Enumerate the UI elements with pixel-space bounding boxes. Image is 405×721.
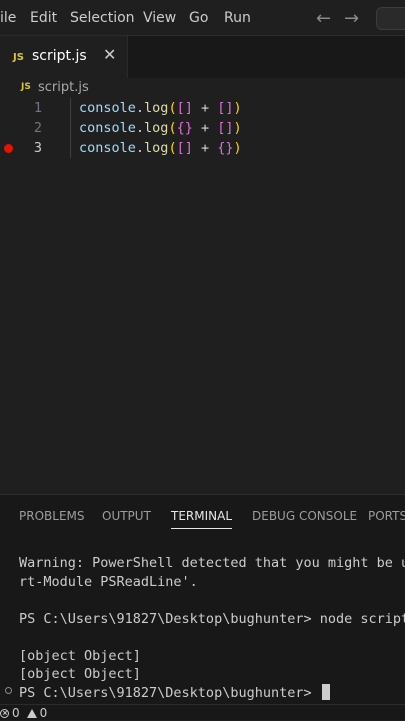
code-token-right-operand: [] <box>217 120 234 136</box>
line-number: 3 <box>33 140 42 156</box>
code-token-paren: ( <box>168 120 177 136</box>
menu-view[interactable]: View <box>143 10 176 26</box>
menu-edit[interactable]: Edit <box>30 10 57 26</box>
tab-terminal[interactable]: TERMINAL <box>171 509 233 529</box>
code-token-dot: . <box>135 100 145 116</box>
code-token-object: console <box>79 120 136 136</box>
terminal-prompt-text: PS C:\Users\91827\Desktop\bughunter> <box>19 685 320 701</box>
javascript-file-icon: JS <box>21 82 31 92</box>
code-line[interactable]: 1 console.log([] + []) <box>0 98 405 118</box>
code-text[interactable]: console.log({} + []) <box>79 118 242 138</box>
tab-script-js[interactable]: JS script.js ✕ <box>0 36 128 78</box>
javascript-file-icon: JS <box>13 52 24 63</box>
back-arrow-icon[interactable]: ← <box>316 8 331 29</box>
menu-go[interactable]: Go <box>189 10 208 26</box>
status-bar: 0 0 <box>0 704 405 720</box>
code-token-paren: ( <box>168 140 177 156</box>
code-token-object: console <box>79 140 136 156</box>
terminal-line: [object Object] <box>19 666 141 682</box>
terminal-line: [object Object] <box>19 648 141 664</box>
code-token-right-operand: [] <box>217 100 234 116</box>
tab-label: script.js <box>32 48 87 64</box>
code-text[interactable]: console.log([] + {}) <box>79 138 242 158</box>
code-editor[interactable]: 1 console.log([] + []) 2 console.log({} … <box>0 98 405 494</box>
tab-problems[interactable]: PROBLEMS <box>19 509 85 523</box>
tab-output[interactable]: OUTPUT <box>102 509 151 523</box>
code-line-active[interactable]: 3 console.log([] + {}) <box>0 138 405 158</box>
error-count: 0 <box>12 706 20 720</box>
code-token-dot: . <box>135 140 145 156</box>
command-decoration-icon[interactable] <box>5 687 12 694</box>
code-token-operator: + <box>192 120 218 136</box>
code-token-method: log <box>144 140 169 156</box>
code-token-paren: ( <box>168 100 177 116</box>
editor-tab-bar: JS script.js ✕ <box>0 36 405 78</box>
warning-count: 0 <box>39 706 48 720</box>
menu-run[interactable]: Run <box>224 10 251 26</box>
tab-ports[interactable]: PORTS <box>368 509 405 523</box>
menu-file[interactable]: ile <box>0 10 16 26</box>
warning-icon <box>26 708 37 718</box>
breadcrumb: JS script.js <box>0 78 405 98</box>
menu-bar: ile Edit Selection View Go Run ← → <box>0 0 405 36</box>
indent-guide <box>70 98 71 118</box>
tab-debug-console[interactable]: DEBUG CONSOLE <box>252 509 357 523</box>
code-token-method: log <box>144 120 169 136</box>
terminal-cursor <box>321 684 330 700</box>
code-token-left-operand: {} <box>176 120 193 136</box>
line-number: 1 <box>33 100 42 116</box>
code-token-operator: + <box>192 100 218 116</box>
terminal-line: rt-Module PSReadLine'. <box>19 574 198 590</box>
terminal-prompt[interactable]: PS C:\Users\91827\Desktop\bughunter> <box>19 684 330 701</box>
terminal-line: PS C:\Users\91827\Desktop\bughunter> nod… <box>19 611 405 627</box>
code-token-operator: + <box>192 140 218 156</box>
command-center-search[interactable] <box>376 7 405 30</box>
code-token-left-operand: [] <box>176 140 193 156</box>
code-token-dot: . <box>135 120 145 136</box>
error-icon <box>0 708 9 718</box>
code-token-paren: ) <box>233 120 242 136</box>
close-icon[interactable]: ✕ <box>103 45 116 64</box>
code-token-method: log <box>144 100 169 116</box>
terminal-line: Warning: PowerShell detected that you mi… <box>19 555 405 571</box>
code-token-paren: ) <box>233 140 242 156</box>
indent-guide <box>70 118 71 138</box>
breadcrumb-file[interactable]: script.js <box>38 80 89 95</box>
forward-arrow-icon[interactable]: → <box>344 8 359 29</box>
code-line[interactable]: 2 console.log({} + []) <box>0 118 405 138</box>
code-token-right-operand: {} <box>217 140 234 156</box>
code-text[interactable]: console.log([] + []) <box>79 98 242 118</box>
code-token-object: console <box>79 100 136 116</box>
code-token-paren: ) <box>233 100 242 116</box>
menu-selection[interactable]: Selection <box>70 10 135 26</box>
problems-status[interactable]: 0 0 <box>0 705 47 721</box>
line-number: 2 <box>33 120 42 136</box>
indent-guide <box>70 138 71 158</box>
bottom-panel: PROBLEMS OUTPUT TERMINAL DEBUG CONSOLE P… <box>0 494 405 704</box>
breakpoint-icon[interactable] <box>4 144 13 153</box>
code-token-left-operand: [] <box>176 100 193 116</box>
